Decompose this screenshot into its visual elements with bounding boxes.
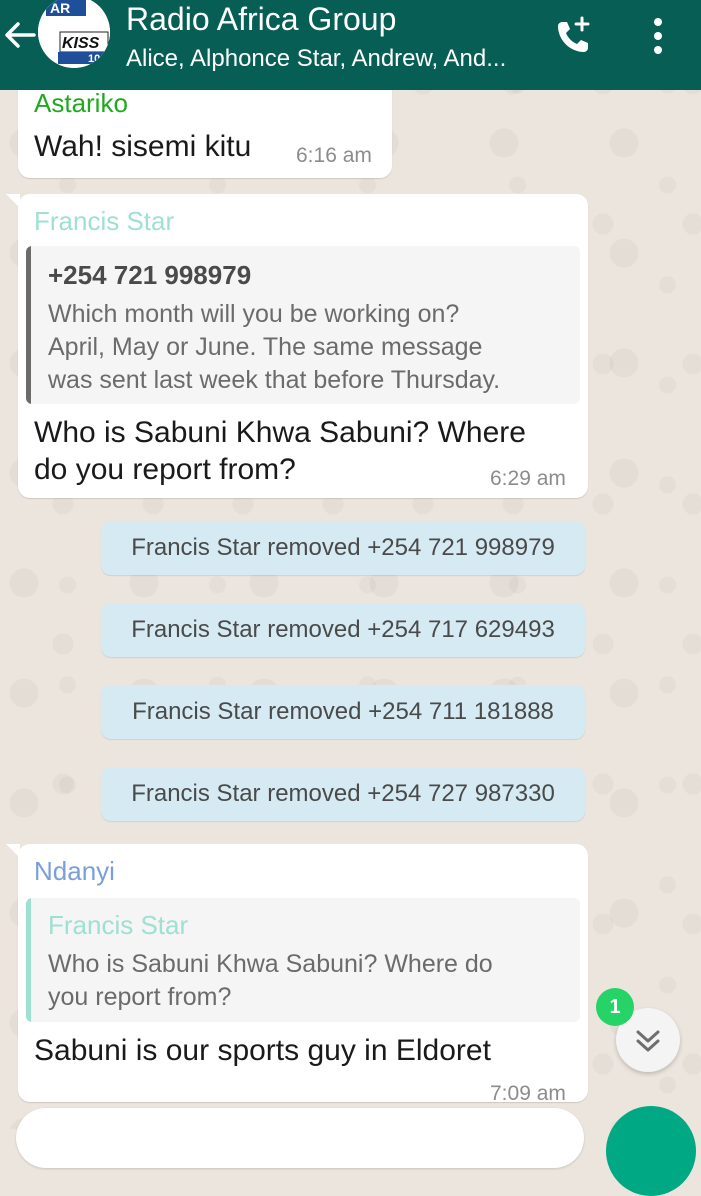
avatar-text-top: AR <box>50 0 70 16</box>
unread-count-badge: 1 <box>596 988 634 1026</box>
message-text-line: Who is Sabuni Khwa Sabuni? Where <box>34 416 526 449</box>
chat-participants[interactable]: Alice, Alphonce Star, Andrew, And... <box>126 44 536 74</box>
arrow-left-icon[interactable] <box>0 14 40 54</box>
quoted-message[interactable]: Francis Star Who is Sabuni Khwa Sabuni? … <box>26 898 580 1022</box>
bubble-tail <box>6 844 20 858</box>
avatar-text-logo: KISS <box>62 35 100 52</box>
message-sender: Ndanyi <box>34 856 115 886</box>
mic-button[interactable] <box>606 1106 696 1196</box>
message-text-line: do you report from? <box>34 453 296 486</box>
message-text: Sabuni is our sports guy in Eldoret <box>34 1034 491 1067</box>
message-bubble[interactable]: Francis Star +254 721 998979 Which month… <box>6 194 588 498</box>
quoted-sender: Francis Star <box>48 910 189 940</box>
quoted-text-line: April, May or June. The same message <box>48 333 483 361</box>
quoted-text-line: Who is Sabuni Khwa Sabuni? Where do <box>48 950 493 978</box>
quote-bar <box>26 246 31 404</box>
quoted-text-line: Which month will you be working on? <box>48 300 460 328</box>
message-time: 6:29 am <box>490 467 566 490</box>
system-message: Francis Star removed +254 717 629493 <box>101 603 585 657</box>
message-time: 7:09 am <box>490 1082 566 1105</box>
message-bubble[interactable]: Astariko Wah! sisemi kitu 6:16 am <box>18 78 392 178</box>
message-sender: Astariko <box>34 88 128 118</box>
system-message: Francis Star removed +254 721 998979 <box>101 521 585 575</box>
group-avatar[interactable]: AR KISS 10 <box>38 0 110 68</box>
message-time: 6:16 am <box>296 144 372 167</box>
message-sender: Francis Star <box>34 206 175 236</box>
system-message: Francis Star removed +254 711 181888 <box>101 685 585 739</box>
bubble-tail <box>6 194 20 208</box>
quoted-sender: +254 721 998979 <box>48 260 252 290</box>
more-vertical-icon[interactable] <box>640 14 676 58</box>
avatar-text-sub: 10 <box>88 53 100 65</box>
quoted-text-line: was sent last week that before Thursday. <box>48 366 501 394</box>
chat-title[interactable]: Radio Africa Group <box>126 0 396 38</box>
quoted-text-line: you report from? <box>48 983 232 1011</box>
add-call-icon[interactable] <box>552 14 596 58</box>
quoted-message[interactable]: +254 721 998979 Which month will you be … <box>26 246 580 404</box>
message-bubble[interactable]: Ndanyi Francis Star Who is Sabuni Khwa S… <box>6 844 588 1105</box>
system-message: Francis Star removed +254 727 987330 <box>101 767 585 821</box>
message-text: Wah! sisemi kitu <box>34 130 252 163</box>
message-input[interactable] <box>16 1108 584 1168</box>
chat-header: AR KISS 10 Radio Africa Group Alice, Alp… <box>0 0 701 90</box>
quote-bar <box>26 898 31 1022</box>
